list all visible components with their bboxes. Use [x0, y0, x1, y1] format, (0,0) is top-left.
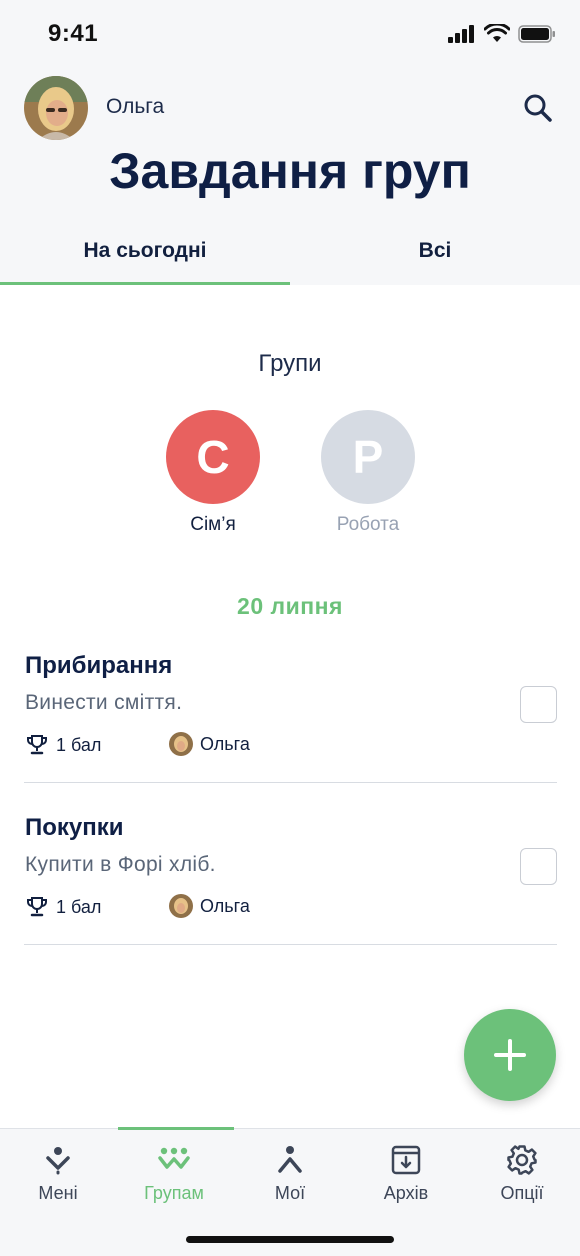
task-title: Прибирання — [25, 652, 173, 679]
group-people-icon — [158, 1147, 190, 1169]
home-indicator — [186, 1236, 394, 1243]
trophy-icon — [27, 735, 47, 755]
top-panel: 9:41 Ольга Завдання груп На сьогодні Всі — [0, 0, 580, 285]
segment-tabs: На сьогодні Всі — [0, 220, 580, 285]
group-label: Робота — [336, 514, 400, 535]
group-avatar: Р — [321, 410, 415, 504]
tab-today[interactable]: На сьогодні — [0, 220, 290, 282]
tabbar-item-groups[interactable]: Групам — [116, 1143, 232, 1204]
groups-title: Групи — [258, 350, 322, 377]
person-icon — [278, 1146, 302, 1173]
user-avatar[interactable] — [24, 76, 88, 140]
status-icons — [448, 24, 556, 43]
task-description: Купити в Форі хліб. — [25, 853, 216, 876]
tabbar-label: Опції — [500, 1183, 544, 1203]
task-points-label: 1 бал — [56, 734, 102, 755]
group-label: Сім’я — [190, 514, 236, 535]
assignee-avatar — [169, 732, 193, 756]
assignee-avatar — [169, 894, 193, 918]
tabbar-item-mine[interactable]: Мої — [232, 1143, 348, 1204]
assignee-name: Ольга — [200, 895, 250, 916]
wifi-icon — [484, 24, 510, 42]
task-description: Винести сміття. — [25, 691, 183, 714]
task-points-label: 1 бал — [56, 896, 102, 917]
user-avatar-image — [24, 76, 88, 140]
trophy-icon — [27, 897, 47, 917]
task-assignee: Ольга — [169, 732, 250, 756]
status-time: 9:41 — [48, 20, 99, 47]
status-bar: 9:41 — [0, 0, 580, 70]
assignee-name: Ольга — [200, 733, 250, 754]
page-title: Завдання груп — [109, 143, 471, 199]
battery-icon — [518, 24, 555, 43]
arrow-down-person-icon — [46, 1147, 70, 1175]
active-tab-indicator — [0, 282, 290, 285]
section-date: 20 липня — [237, 593, 343, 619]
tabbar-label: Мені — [38, 1183, 78, 1203]
active-tab-indicator — [118, 1127, 234, 1130]
tab-all[interactable]: Всі — [290, 220, 580, 282]
add-task-button[interactable] — [464, 1009, 556, 1101]
task-item[interactable]: Прибирання Винести сміття. 1 бал Ольга — [24, 620, 557, 783]
group-work[interactable]: Р Робота — [313, 410, 423, 536]
tabbar-label: Архів — [383, 1183, 429, 1203]
user-name: Ольга — [106, 95, 165, 118]
plus-icon — [494, 1039, 526, 1071]
group-family[interactable]: С Сім’я — [158, 410, 268, 536]
gear-icon — [507, 1145, 537, 1175]
task-title: Покупки — [25, 814, 124, 841]
task-checkbox[interactable] — [520, 686, 557, 723]
search-icon — [524, 94, 552, 122]
tabbar-item-me[interactable]: Мені — [0, 1143, 116, 1204]
task-checkbox[interactable] — [520, 848, 557, 885]
archive-icon — [391, 1145, 421, 1175]
group-avatar: С — [166, 410, 260, 504]
task-assignee: Ольга — [169, 894, 250, 918]
tabbar-item-archive[interactable]: Архів — [348, 1143, 464, 1204]
tabbar-label: Мої — [274, 1183, 306, 1203]
task-points: 1 бал — [26, 896, 101, 918]
task-item[interactable]: Покупки Купити в Форі хліб. 1 бал Ольга — [24, 782, 557, 945]
cellular-signal-icon — [448, 24, 474, 43]
tabbar-label: Групам — [144, 1183, 204, 1203]
tabbar-item-options[interactable]: Опції — [464, 1143, 580, 1204]
task-points: 1 бал — [26, 734, 101, 756]
search-button[interactable] — [522, 92, 554, 124]
